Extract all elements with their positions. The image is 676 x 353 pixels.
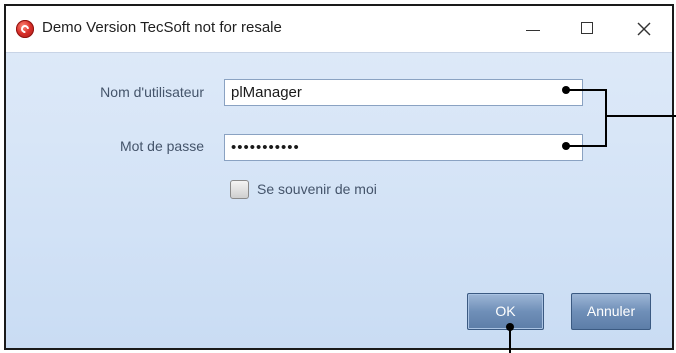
password-label: Mot de passe bbox=[119, 138, 204, 154]
close-glyph bbox=[637, 22, 651, 36]
cancel-button[interactable]: Annuler bbox=[571, 293, 651, 330]
window-title: Demo Version TecSoft not for resale bbox=[42, 19, 282, 36]
password-field[interactable] bbox=[224, 134, 583, 161]
minimize-icon[interactable] bbox=[504, 6, 560, 52]
dialog-body: Nom d'utilisateur Mot de passe Se souven… bbox=[6, 53, 672, 348]
remember-me-checkbox[interactable] bbox=[230, 180, 249, 199]
title-bar[interactable]: Demo Version TecSoft not for resale bbox=[6, 6, 672, 53]
close-icon[interactable] bbox=[616, 6, 672, 52]
remember-me-label[interactable]: Se souvenir de moi bbox=[257, 181, 377, 197]
username-field[interactable] bbox=[224, 79, 583, 106]
username-label: Nom d'utilisateur bbox=[100, 84, 204, 100]
login-dialog-window: Demo Version TecSoft not for resale Nom … bbox=[4, 4, 674, 350]
app-logo-icon bbox=[16, 20, 34, 38]
ok-button[interactable]: OK bbox=[467, 293, 544, 330]
maximize-icon[interactable] bbox=[560, 6, 616, 52]
